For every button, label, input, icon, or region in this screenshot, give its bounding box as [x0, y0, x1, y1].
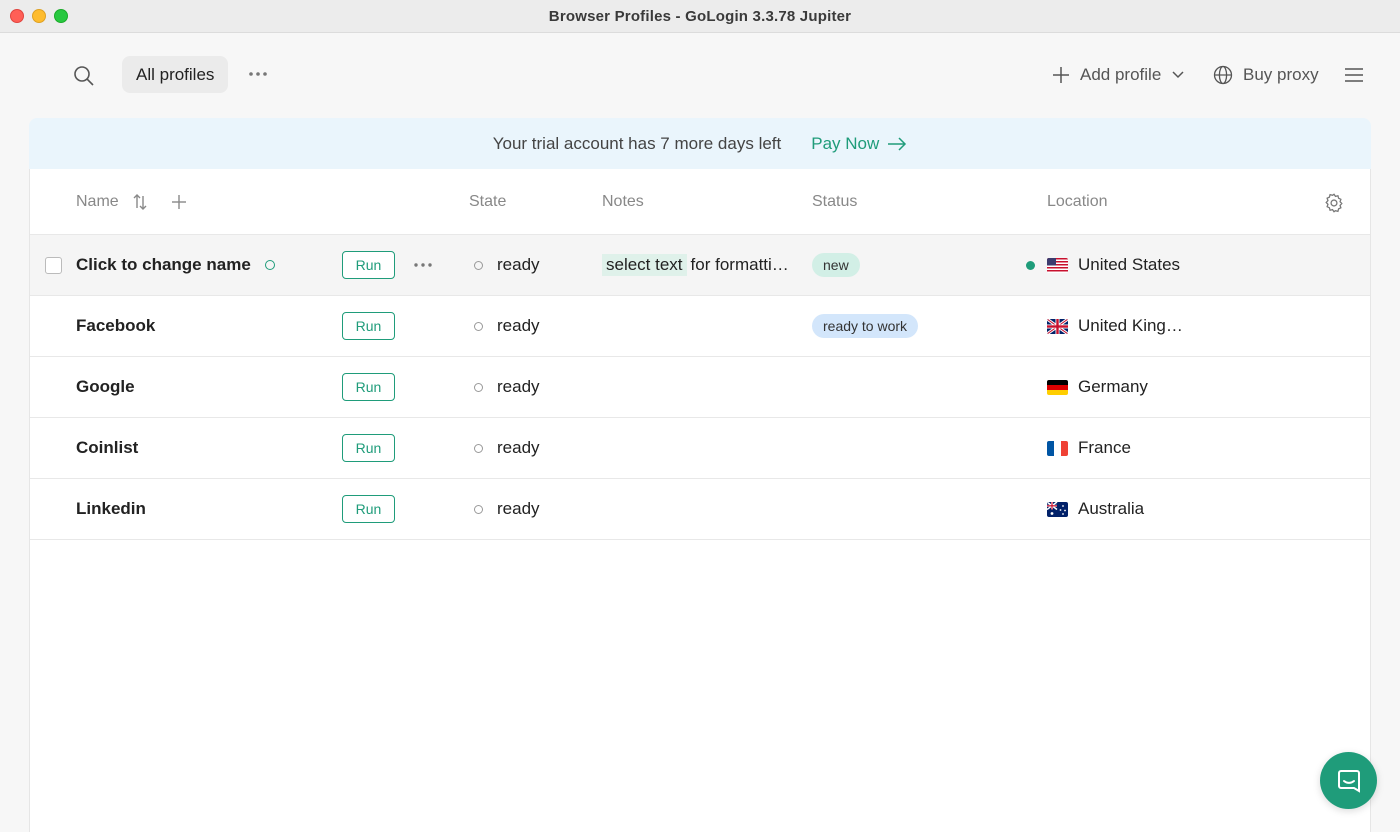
profile-location: United King… [1078, 316, 1183, 335]
column-header-location[interactable]: Location [1047, 193, 1108, 211]
add-profile-label: Add profile [1080, 65, 1162, 84]
table-row[interactable]: Click to change name Run ready select te… [30, 235, 1370, 296]
sort-icon[interactable] [132, 193, 148, 216]
globe-icon [1213, 65, 1233, 85]
close-window-button[interactable] [10, 9, 24, 23]
more-options-icon[interactable] [246, 66, 270, 82]
de-flag-icon [1047, 379, 1068, 395]
trial-message: Your trial account has 7 more days left [492, 133, 782, 153]
au-flag-icon [1047, 501, 1068, 517]
profile-location: Germany [1078, 377, 1148, 396]
us-flag-icon [1047, 257, 1068, 273]
profile-notes[interactable]: select text for formatti… [602, 235, 789, 295]
tab-all-profiles[interactable]: All profiles [122, 56, 229, 93]
status-badge[interactable]: new [812, 253, 860, 277]
window-controls [10, 9, 68, 23]
profile-state: ready [497, 255, 540, 274]
toolbar: All profiles Add profile Buy proxy [0, 34, 1400, 116]
chat-icon [1337, 769, 1360, 793]
pay-now-label: Pay Now [811, 133, 880, 153]
title-bar: Browser Profiles - GoLogin 3.3.78 Jupite… [0, 0, 1400, 33]
column-header-notes[interactable]: Notes [602, 193, 644, 211]
table-row[interactable]: Linkedin Run ready Australia [30, 479, 1370, 540]
column-header-status[interactable]: Status [812, 193, 857, 211]
hamburger-menu-icon[interactable] [1343, 64, 1365, 86]
window-title: Browser Profiles - GoLogin 3.3.78 Jupite… [548, 7, 852, 25]
profile-name[interactable]: Click to change name [76, 255, 251, 275]
add-profile-button[interactable]: Add profile [1052, 60, 1185, 90]
profile-name[interactable]: Linkedin [76, 499, 146, 519]
table-row[interactable]: Coinlist Run ready France [30, 418, 1370, 479]
maximize-window-button[interactable] [54, 9, 68, 23]
profile-location: France [1078, 438, 1131, 457]
gear-icon[interactable] [1323, 192, 1345, 219]
status-badge[interactable]: ready to work [812, 314, 919, 338]
table-row[interactable]: Google Run ready Germany [30, 357, 1370, 418]
profile-name[interactable]: Facebook [76, 316, 155, 336]
profile-name[interactable]: Coinlist [76, 438, 138, 458]
column-header-state[interactable]: State [469, 193, 506, 211]
run-button[interactable]: Run [342, 373, 395, 401]
table-row[interactable]: Facebook Run ready ready to work United … [30, 296, 1370, 357]
buy-proxy-button[interactable]: Buy proxy [1213, 60, 1319, 90]
search-icon[interactable] [72, 64, 96, 88]
chevron-down-icon[interactable] [1171, 70, 1185, 80]
fr-flag-icon [1047, 440, 1068, 456]
arrow-right-icon [888, 136, 907, 151]
state-dot-icon [474, 504, 483, 514]
trial-banner: Your trial account has 7 more days left … [29, 118, 1371, 169]
row-checkbox[interactable] [45, 257, 62, 274]
add-column-icon[interactable] [170, 193, 188, 216]
chat-support-button[interactable] [1320, 752, 1377, 809]
notes-text: for formatti… [690, 255, 789, 274]
profile-location: Australia [1078, 499, 1145, 518]
run-button[interactable]: Run [342, 434, 395, 462]
run-button[interactable]: Run [342, 251, 395, 279]
pay-now-link[interactable]: Pay Now [811, 134, 907, 154]
state-dot-icon [474, 260, 483, 270]
profile-state: ready [497, 377, 540, 396]
profile-state: ready [497, 499, 540, 518]
profiles-table: Name State Notes Status Location Click t… [29, 169, 1371, 832]
buy-proxy-label: Buy proxy [1243, 65, 1319, 84]
table-header: Name State Notes Status Location [30, 169, 1370, 235]
minimize-window-button[interactable] [32, 9, 46, 23]
notes-highlight: select text [602, 254, 687, 276]
state-dot-icon [474, 382, 483, 392]
profile-name[interactable]: Google [76, 377, 135, 397]
uk-flag-icon [1047, 318, 1068, 334]
run-button[interactable]: Run [342, 312, 395, 340]
row-more-icon[interactable] [412, 235, 434, 295]
online-indicator-icon [264, 260, 275, 270]
run-button[interactable]: Run [342, 495, 395, 523]
state-dot-icon [474, 443, 483, 453]
profile-state: ready [497, 438, 540, 457]
column-header-name[interactable]: Name [76, 193, 119, 211]
plus-icon [1053, 67, 1069, 83]
state-dot-icon [474, 321, 483, 331]
profile-location: United States [1078, 255, 1181, 274]
proxy-active-dot-icon [1026, 260, 1035, 270]
profile-state: ready [497, 316, 540, 335]
